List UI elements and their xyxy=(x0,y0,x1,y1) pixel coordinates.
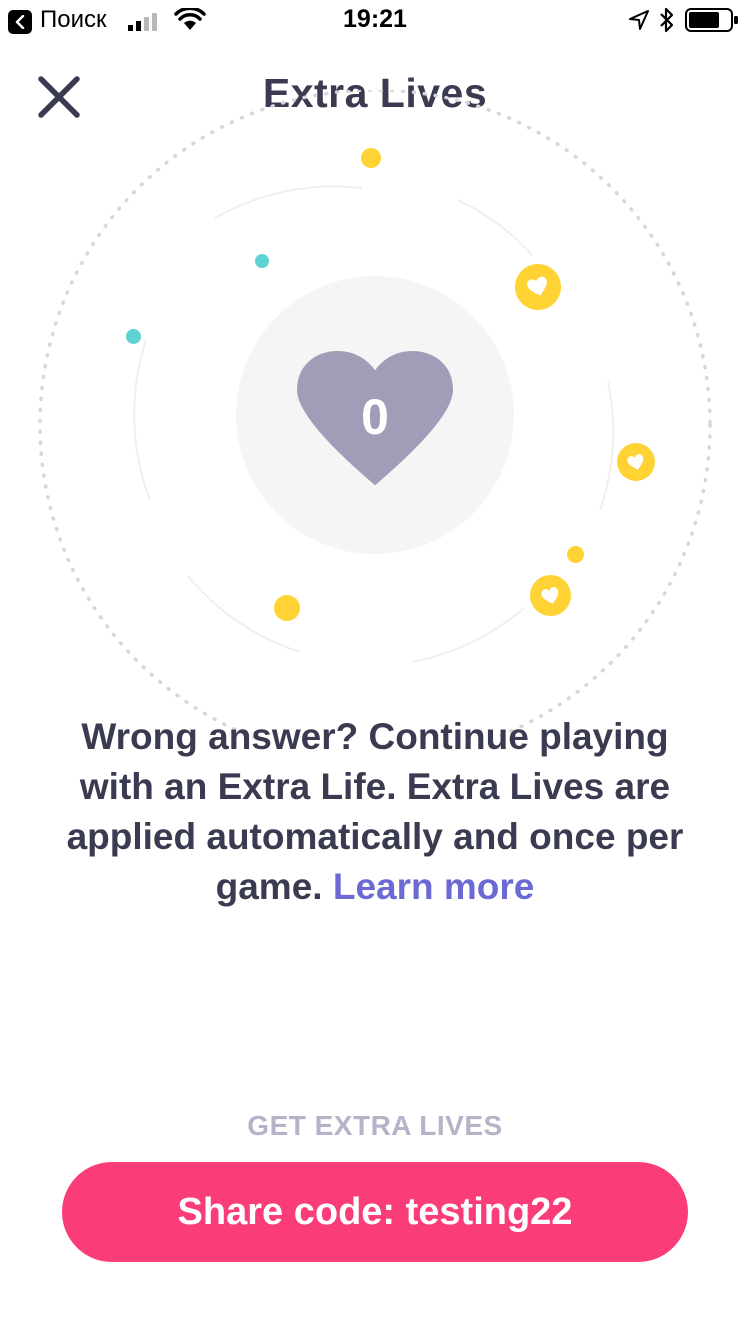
lives-count: 0 xyxy=(361,389,389,445)
battery-icon xyxy=(685,8,738,32)
share-code-button[interactable]: Share code: testing22 xyxy=(62,1162,688,1262)
bluetooth-icon xyxy=(660,7,674,33)
get-extra-lives-label: GET EXTRA LIVES xyxy=(247,1110,503,1141)
teal-dot xyxy=(255,254,269,268)
coin-icon xyxy=(515,264,561,310)
yellow-dot xyxy=(361,148,381,168)
yellow-dot xyxy=(567,546,584,563)
coin-icon xyxy=(530,575,571,616)
location-arrow-icon xyxy=(629,10,649,30)
yellow-dot xyxy=(274,595,300,621)
share-code-label: Share code: testing22 xyxy=(177,1190,573,1233)
status-bar: Поиск 19:21 xyxy=(0,0,750,40)
coin-icon xyxy=(617,443,655,481)
description-text: Wrong answer? Continue playing with an E… xyxy=(60,712,690,912)
teal-dot xyxy=(126,329,141,344)
learn-more-link[interactable]: Learn more xyxy=(333,866,535,907)
